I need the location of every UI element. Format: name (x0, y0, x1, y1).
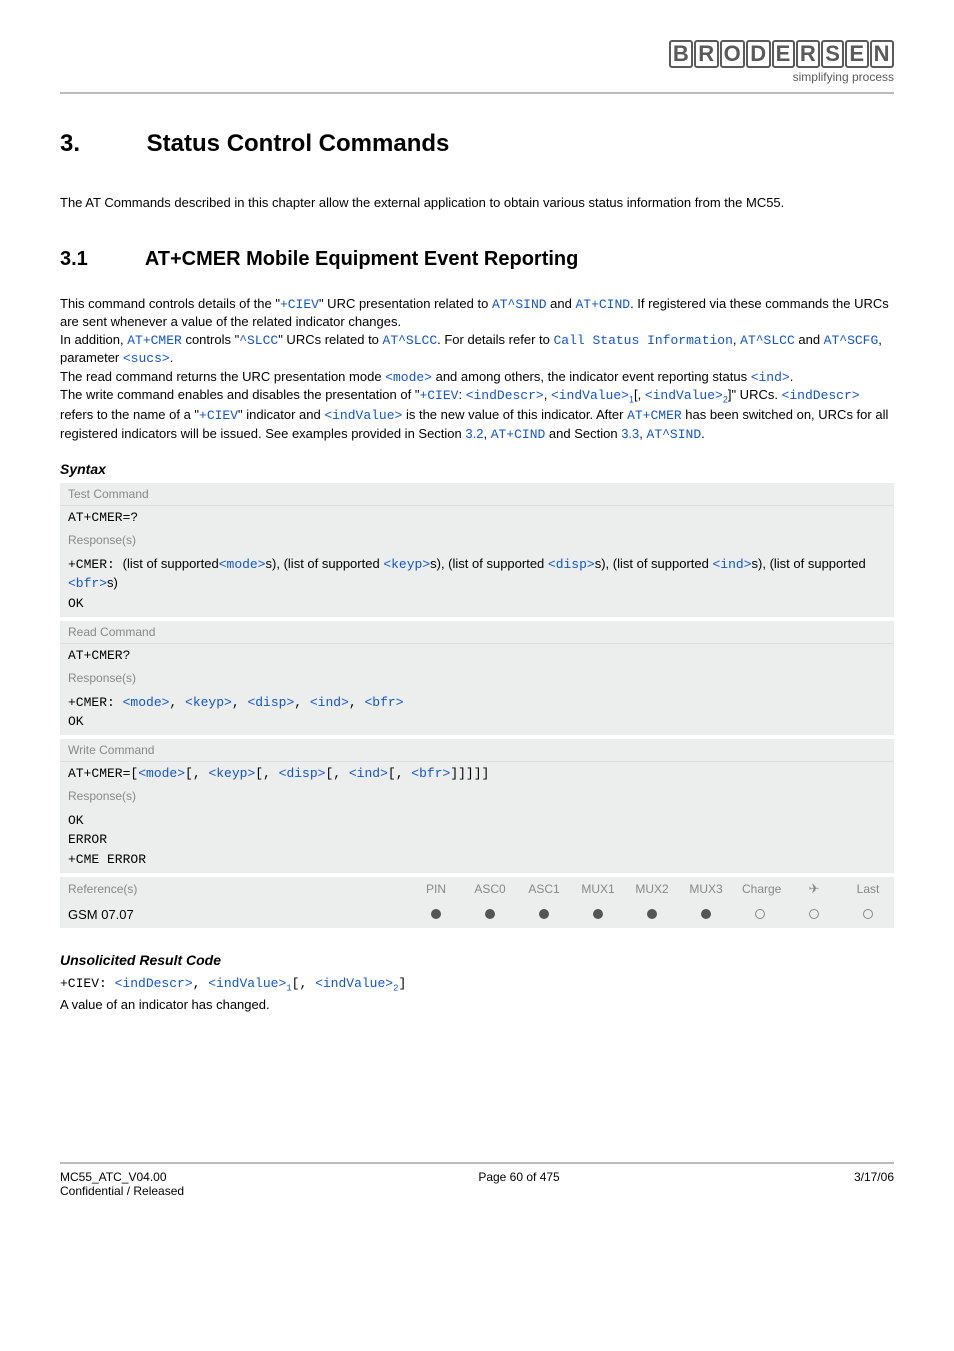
footer-doc-id: MC55_ATC_V04.00 (60, 1170, 184, 1184)
test-command-block: Test Command AT+CMER=? Response(s) +CMER… (60, 483, 894, 617)
reference-header-row: Reference(s) PIN ASC0 ASC1 MUX1 MUX2 MUX… (60, 877, 894, 901)
dot-mux2 (634, 907, 670, 922)
dot-last (850, 907, 886, 922)
link-slcc-2[interactable]: AT^SLCC (740, 333, 795, 348)
col-mux1: MUX1 (580, 882, 616, 896)
link-scfg[interactable]: AT^SCFG (824, 333, 879, 348)
col-mux3: MUX3 (688, 882, 724, 896)
filled-dot-icon (647, 909, 657, 919)
read-command-label: Read Command (60, 621, 894, 644)
link-section-3-2[interactable]: 3.2 (465, 426, 483, 441)
test-command-label: Test Command (60, 483, 894, 506)
section-heading: 3.1 AT+CMER Mobile Equipment Event Repor… (60, 248, 894, 271)
link-mode[interactable]: <mode> (385, 370, 432, 385)
filled-dot-icon (701, 909, 711, 919)
col-airplane: ✈ (796, 881, 832, 897)
empty-dot-icon (809, 909, 819, 919)
write-command-block: Write Command AT+CMER=[<mode>[, <keyp>[,… (60, 739, 894, 873)
link-ciev[interactable]: +CIEV (280, 297, 319, 312)
link-ind[interactable]: <ind> (751, 370, 790, 385)
empty-dot-icon (863, 909, 873, 919)
link-slcc[interactable]: AT^SLCC (383, 333, 438, 348)
write-command-label: Write Command (60, 739, 894, 762)
read-response-label: Response(s) (60, 667, 894, 689)
dot-airplane (796, 907, 832, 922)
dot-asc0 (472, 907, 508, 922)
link-cind[interactable]: AT+CIND (575, 297, 630, 312)
write-response-label: Response(s) (60, 785, 894, 807)
footer-date: 3/17/06 (854, 1170, 894, 1198)
page-footer: MC55_ATC_V04.00 Confidential / Released … (60, 1162, 894, 1198)
filled-dot-icon (593, 909, 603, 919)
brand-tagline: simplifying process (669, 70, 894, 84)
dot-mux3 (688, 907, 724, 922)
reference-value-row: GSM 07.07 (60, 901, 894, 928)
reference-label: Reference(s) (68, 882, 418, 896)
link-section-3-3[interactable]: 3.3 (621, 426, 639, 441)
link-inddescr[interactable]: <indDescr> (466, 388, 544, 403)
chapter-intro: The AT Commands described in this chapte… (60, 194, 894, 212)
body-paragraph: This command controls details of the "+C… (60, 295, 894, 444)
urc-heading: Unsolicited Result Code (60, 952, 894, 968)
dot-asc1 (526, 907, 562, 922)
filled-dot-icon (485, 909, 495, 919)
brand-logo: BRODERSEN (669, 40, 894, 68)
read-response: +CMER: <mode>, <keyp>, <disp>, <ind>, <b… (60, 689, 894, 735)
col-charge: Charge (742, 882, 778, 896)
header-divider (60, 92, 894, 94)
airplane-icon: ✈ (809, 881, 820, 897)
empty-dot-icon (755, 909, 765, 919)
col-asc0: ASC0 (472, 882, 508, 896)
chapter-title: Status Control Commands (147, 130, 450, 157)
page-header: BRODERSEN simplifying process (60, 40, 894, 84)
section-title: AT+CMER Mobile Equipment Event Reporting (145, 248, 579, 270)
link-indvalue[interactable]: <indValue> (551, 388, 629, 403)
link-cmer[interactable]: AT+CMER (127, 333, 182, 348)
read-command-block: Read Command AT+CMER? Response(s) +CMER:… (60, 621, 894, 735)
logo-block: BRODERSEN simplifying process (669, 40, 894, 84)
footer-page: Page 60 of 475 (478, 1170, 559, 1198)
dot-pin (418, 907, 454, 922)
test-command: AT+CMER=? (60, 506, 894, 529)
col-asc1: ASC1 (526, 882, 562, 896)
test-response-label: Response(s) (60, 529, 894, 551)
footer-confidential: Confidential / Released (60, 1184, 184, 1198)
write-response: OK ERROR +CME ERROR (60, 807, 894, 873)
col-mux2: MUX2 (634, 882, 670, 896)
link-call-status[interactable]: Call Status Information (553, 333, 732, 348)
chapter-heading: 3. Status Control Commands (60, 130, 894, 158)
col-pin: PIN (418, 882, 454, 896)
link-slcc-urc[interactable]: ^SLCC (239, 333, 278, 348)
reference-value: GSM 07.07 (68, 907, 418, 922)
dot-mux1 (580, 907, 616, 922)
urc-description: A value of an indicator has changed. (60, 997, 894, 1012)
filled-dot-icon (431, 909, 441, 919)
chapter-number: 3. (60, 130, 140, 158)
section-number: 3.1 (60, 248, 140, 271)
filled-dot-icon (539, 909, 549, 919)
read-command: AT+CMER? (60, 644, 894, 667)
write-command: AT+CMER=[<mode>[, <keyp>[, <disp>[, <ind… (60, 762, 894, 785)
syntax-heading: Syntax (60, 461, 894, 477)
col-last: Last (850, 882, 886, 896)
link-sucs[interactable]: <sucs> (123, 351, 170, 366)
link-sind[interactable]: AT^SIND (492, 297, 547, 312)
test-response: +CMER: (list of supported<mode>s), (list… (60, 551, 894, 617)
urc-code: +CIEV: <indDescr>, <indValue>1[, <indVal… (60, 976, 894, 994)
dot-charge (742, 907, 778, 922)
